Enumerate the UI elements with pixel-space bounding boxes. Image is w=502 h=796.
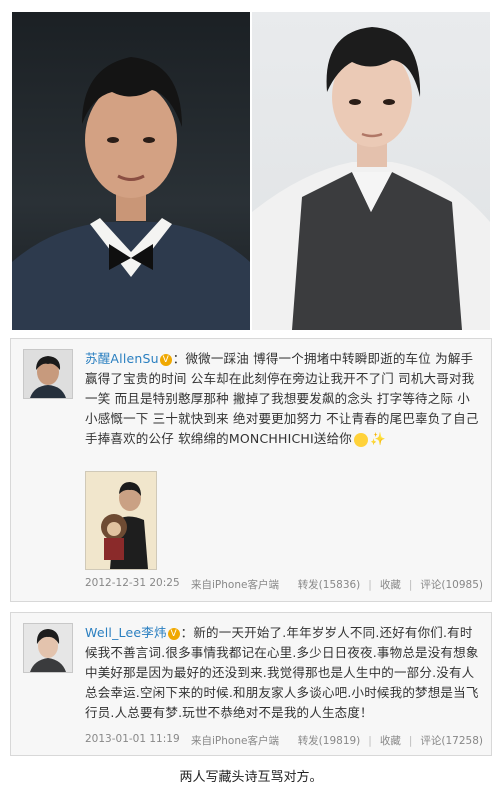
weibo-post-allen-su: 苏醒AllenSu V ：微微一踩油 博得一个拥堵中转瞬即逝的车位 为解手赢得了宝贵… xyxy=(10,338,492,602)
post-source[interactable]: 来自iPhone客户端 xyxy=(191,733,279,748)
post-date[interactable]: 2013-01-01 11:19 xyxy=(85,733,180,745)
weibo-post-well-lee: Well_Lee李炜 V ：新的一天开始了.年年岁岁人不同.还好有你们.有时候我不善… xyxy=(10,612,492,756)
avatar[interactable] xyxy=(23,623,73,673)
photo-well-lee xyxy=(252,12,490,330)
post-content: Well_Lee李炜 V ：新的一天开始了.年年岁岁人不同.还好有你们.有时候我不善… xyxy=(85,623,481,723)
post-meta: 2012-12-31 20:25 来自iPhone客户端 转发(15836) | 收… xyxy=(85,577,483,595)
sparkle-icon: ✨ xyxy=(369,431,386,446)
post-actions: 转发(15836) | 收藏 | 评论(10985) xyxy=(298,577,483,592)
colon: ： xyxy=(180,625,194,640)
username-link[interactable]: 苏醒AllenSu xyxy=(85,351,159,366)
favorite-link[interactable]: 收藏 xyxy=(380,579,401,591)
separator: | xyxy=(368,735,372,747)
post-date[interactable]: 2012-12-31 20:25 xyxy=(85,577,180,589)
repost-link[interactable]: 转发(15836) xyxy=(298,579,361,591)
comment-link[interactable]: 评论(10985) xyxy=(420,579,483,591)
verified-badge-icon: V xyxy=(167,627,180,640)
header-photos xyxy=(12,12,490,330)
post-actions: 转发(19819) | 收藏 | 评论(17258) xyxy=(298,733,483,748)
username-link[interactable]: Well_Lee李炜 xyxy=(85,625,167,640)
avatar[interactable] xyxy=(23,349,73,399)
post-content: 苏醒AllenSu V ：微微一踩油 博得一个拥堵中转瞬即逝的车位 为解手赢得了宝贵… xyxy=(85,349,481,449)
verified-badge-icon: V xyxy=(159,353,172,366)
separator: | xyxy=(408,579,413,591)
photo-allen-su xyxy=(12,12,250,330)
colon: ： xyxy=(172,351,186,366)
post-source[interactable]: 来自iPhone客户端 xyxy=(191,577,279,592)
image-caption: 两人写藏头诗互骂对方。 xyxy=(179,770,323,785)
comment-link[interactable]: 评论(17258) xyxy=(420,735,483,747)
separator: | xyxy=(368,579,372,591)
repost-link[interactable]: 转发(19819) xyxy=(298,735,361,747)
smile-emoji-icon xyxy=(353,432,368,447)
separator: | xyxy=(408,735,413,747)
favorite-link[interactable]: 收藏 xyxy=(380,735,401,747)
post-meta: 2013-01-01 11:19 来自iPhone客户端 转发(19819) | 收… xyxy=(85,733,483,751)
post-image-thumbnail[interactable] xyxy=(85,471,157,570)
